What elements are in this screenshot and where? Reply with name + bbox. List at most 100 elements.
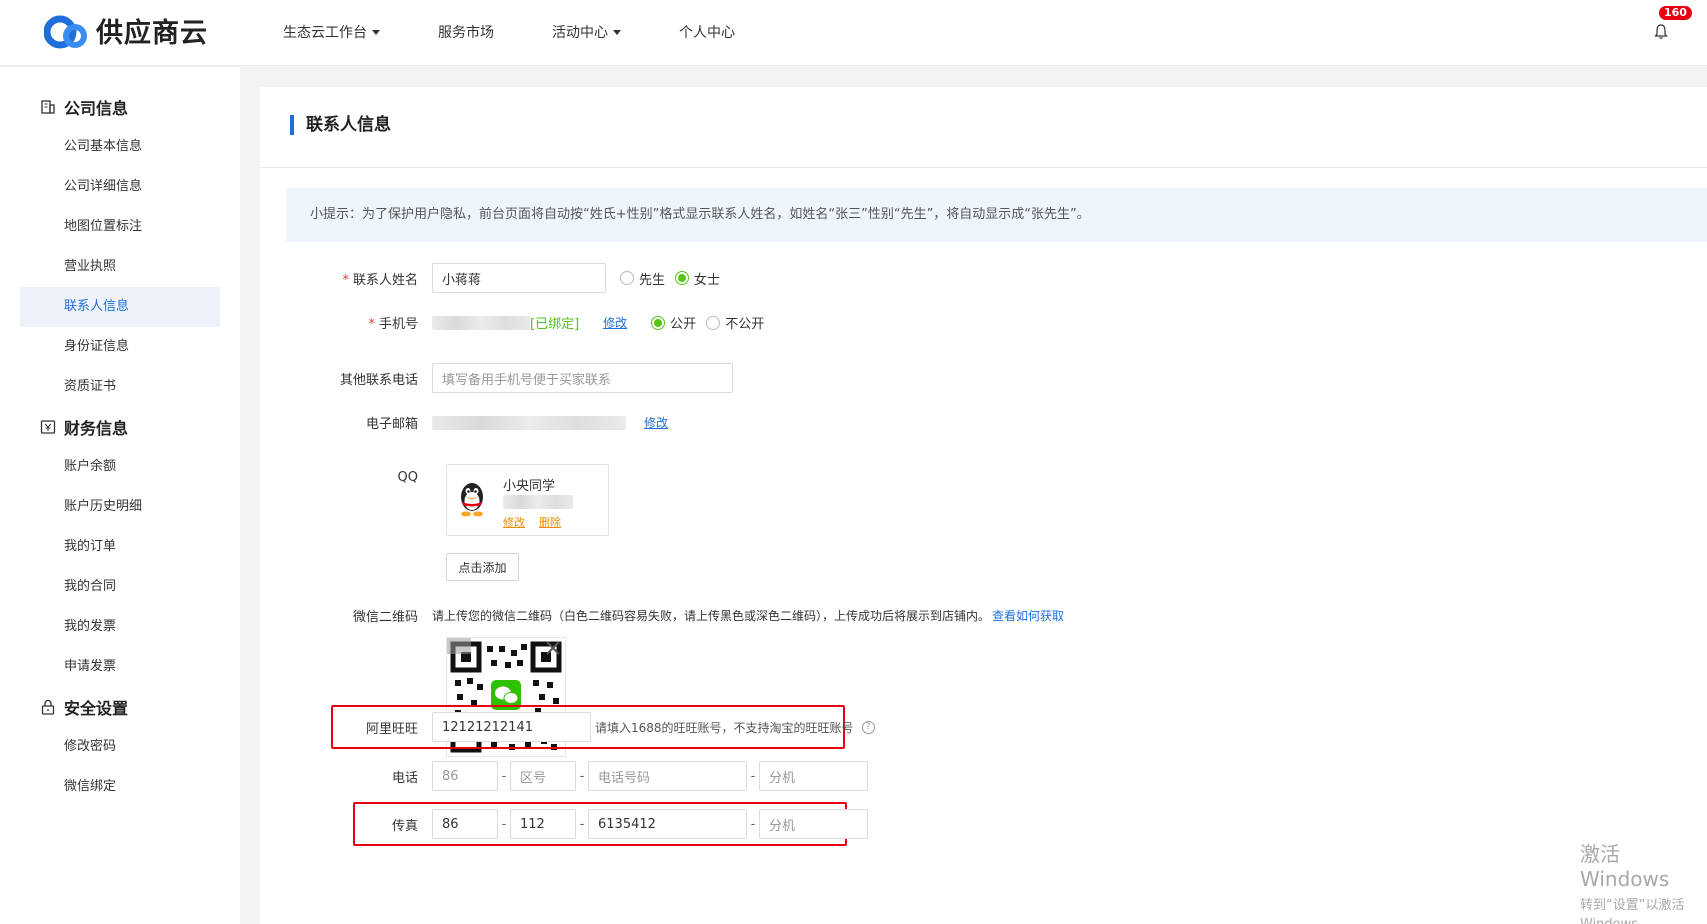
sidebar-item-qualification[interactable]: 资质证书 [0, 367, 240, 407]
nav-personal-center[interactable]: 个人中心 [679, 22, 735, 42]
windows-activation-watermark: 激活 Windows 转到“设置”以激活 Windows。 [1580, 838, 1707, 924]
sidebar-item-balance[interactable]: 账户余额 [0, 447, 240, 487]
row-aliwangwang: 阿里旺旺 12121212141 请填入1688的旺旺账号，不支持淘宝的旺旺账号… [260, 712, 875, 742]
gender-radio-ms[interactable]: 女士 [675, 269, 720, 288]
top-header: 供应商云 生态云工作台 服务市场 活动中心 个人中心 160 [0, 0, 1707, 66]
aliwangwang-input[interactable]: 12121212141 [432, 712, 591, 742]
finance-icon [40, 420, 56, 434]
mobile-public-radio[interactable]: 公开 [651, 313, 696, 332]
title-divider [260, 167, 1707, 168]
group-title: 财务信息 [64, 419, 129, 438]
row-other-phone: 其他联系电话 填写备用手机号便于买家联系 [260, 363, 733, 393]
how-to-get-link[interactable]: 查看如何获取 [992, 607, 1064, 624]
sidebar-item-contact-info[interactable]: 联系人信息 [20, 287, 220, 327]
sidebar-item-history[interactable]: 账户历史明细 [0, 487, 240, 527]
dash-separator: - [750, 768, 756, 784]
bound-status: [已绑定] [530, 317, 580, 332]
sidebar-item-company-basic[interactable]: 公司基本信息 [0, 127, 240, 167]
sidebar-item-contracts[interactable]: 我的合同 [0, 567, 240, 607]
qq-number-masked [503, 495, 573, 509]
row-fax: 传真 86 - 112 - 6135412 - 分机 [260, 809, 868, 839]
sidebar-group-company: 公司信息 [0, 87, 240, 127]
radio-circle-selected [651, 315, 666, 330]
top-nav: 生态云工作台 服务市场 活动中心 个人中心 [283, 22, 793, 42]
field-label: 其他联系电话 [339, 372, 418, 388]
email-masked-value [432, 415, 626, 430]
field-label: 阿里旺旺 [365, 721, 418, 737]
fax-number-input[interactable]: 6135412 [588, 809, 747, 839]
nav-label: 生态云工作台 [283, 25, 367, 41]
building-icon [41, 100, 55, 114]
tel-country-input[interactable]: 86 [432, 761, 498, 791]
sidebar-item-orders[interactable]: 我的订单 [0, 527, 240, 567]
main-panel: 联系人信息 小提示：为了保护用户隐私，前台页面将自动按“姓氏+性别”格式显示联系… [260, 87, 1707, 924]
tel-ext-input[interactable]: 分机 [759, 761, 868, 791]
nav-ecosystem-workbench[interactable]: 生态云工作台 [283, 22, 380, 42]
tel-area-input[interactable]: 区号 [510, 761, 576, 791]
sidebar-item-company-detail[interactable]: 公司详细信息 [0, 167, 240, 207]
sidebar-item-wechat-bind[interactable]: 微信绑定 [0, 767, 240, 807]
row-qq: QQ [260, 470, 432, 485]
radio-label: 先生 [639, 272, 666, 288]
fax-area-input[interactable]: 112 [510, 809, 576, 839]
field-label: 电子邮箱 [365, 417, 418, 432]
privacy-tip: 小提示：为了保护用户隐私，前台页面将自动按“姓氏+性别”格式显示联系人姓名，如姓… [286, 188, 1707, 242]
required-mark: * [342, 272, 349, 288]
sidebar-item-id-card[interactable]: 身份证信息 [0, 327, 240, 367]
fax-ext-input[interactable]: 分机 [759, 809, 868, 839]
page-title: 联系人信息 [290, 115, 391, 135]
field-label: * 联系人姓名 [260, 269, 432, 288]
radio-circle [706, 315, 721, 330]
mobile-masked-value [432, 315, 530, 330]
sidebar-item-map-location[interactable]: 地图位置标注 [0, 207, 240, 247]
qq-edit-link[interactable]: 修改 [503, 514, 525, 530]
fax-country-input[interactable]: 86 [432, 809, 498, 839]
qq-penguin-icon [461, 483, 483, 517]
nav-service-market[interactable]: 服务市场 [438, 22, 494, 42]
dash-separator: - [579, 816, 585, 832]
field-label: QQ [397, 470, 418, 485]
sidebar-group-finance: 财务信息 [0, 407, 240, 447]
field-label: 传真 [391, 818, 418, 834]
row-contact-name: * 联系人姓名 小蒋蒋 先生 女士 [260, 263, 720, 293]
group-title: 公司信息 [64, 99, 129, 118]
radio-circle-selected [675, 271, 690, 285]
field-label: * 手机号 [260, 313, 432, 332]
mobile-private-radio[interactable]: 不公开 [706, 313, 764, 332]
contact-name-input[interactable]: 小蒋蒋 [432, 263, 606, 293]
row-email: 电子邮箱 修改 [260, 413, 668, 432]
watermark-line-1: 激活 Windows [1580, 842, 1670, 891]
row-wechat: 微信二维码 请上传您的微信二维码（白色二维码容易失败，请上传黑色或深色二维码），… [260, 606, 1064, 625]
add-qq-button[interactable]: 点击添加 [446, 553, 519, 581]
caret-down-icon [372, 29, 380, 35]
edit-mobile-link[interactable]: 修改 [603, 314, 627, 331]
radio-label: 公开 [670, 317, 697, 332]
gender-radio-mr[interactable]: 先生 [620, 269, 665, 288]
other-phone-input[interactable]: 填写备用手机号便于买家联系 [432, 363, 733, 393]
group-title: 安全设置 [64, 699, 129, 718]
lock-icon [41, 699, 55, 715]
label-text: 联系人姓名 [352, 272, 418, 288]
bell-icon[interactable] [1654, 24, 1668, 40]
edit-email-link[interactable]: 修改 [644, 414, 668, 431]
qq-account-card: 小央同学 修改 删除 [446, 464, 609, 536]
qq-delete-link[interactable]: 删除 [539, 514, 561, 530]
brand-logo[interactable]: 供应商云 [44, 10, 208, 50]
sidebar-item-invoices[interactable]: 我的发票 [0, 607, 240, 647]
nav-activity-center[interactable]: 活动中心 [552, 22, 621, 42]
wechat-hint: 请上传您的微信二维码（白色二维码容易失败，请上传黑色或深色二维码），上传成功后将… [432, 609, 991, 623]
help-icon[interactable]: ? [861, 720, 875, 734]
aliwangwang-hint: 请填入1688的旺旺账号，不支持淘宝的旺旺账号 [595, 720, 854, 735]
dash-separator: - [501, 768, 507, 784]
field-label: 电话 [391, 770, 418, 786]
qq-nickname: 小央同学 [503, 479, 556, 494]
tel-number-input[interactable]: 电话号码 [588, 761, 747, 791]
dash-separator: - [750, 816, 756, 832]
sidebar-item-business-license[interactable]: 营业执照 [0, 247, 240, 287]
nav-label: 个人中心 [679, 25, 735, 41]
dash-separator: - [501, 816, 507, 832]
nav-label: 服务市场 [438, 25, 494, 41]
sidebar-item-change-password[interactable]: 修改密码 [0, 727, 240, 767]
cloud-logo-icon [44, 15, 87, 49]
sidebar-item-apply-invoice[interactable]: 申请发票 [0, 647, 240, 687]
